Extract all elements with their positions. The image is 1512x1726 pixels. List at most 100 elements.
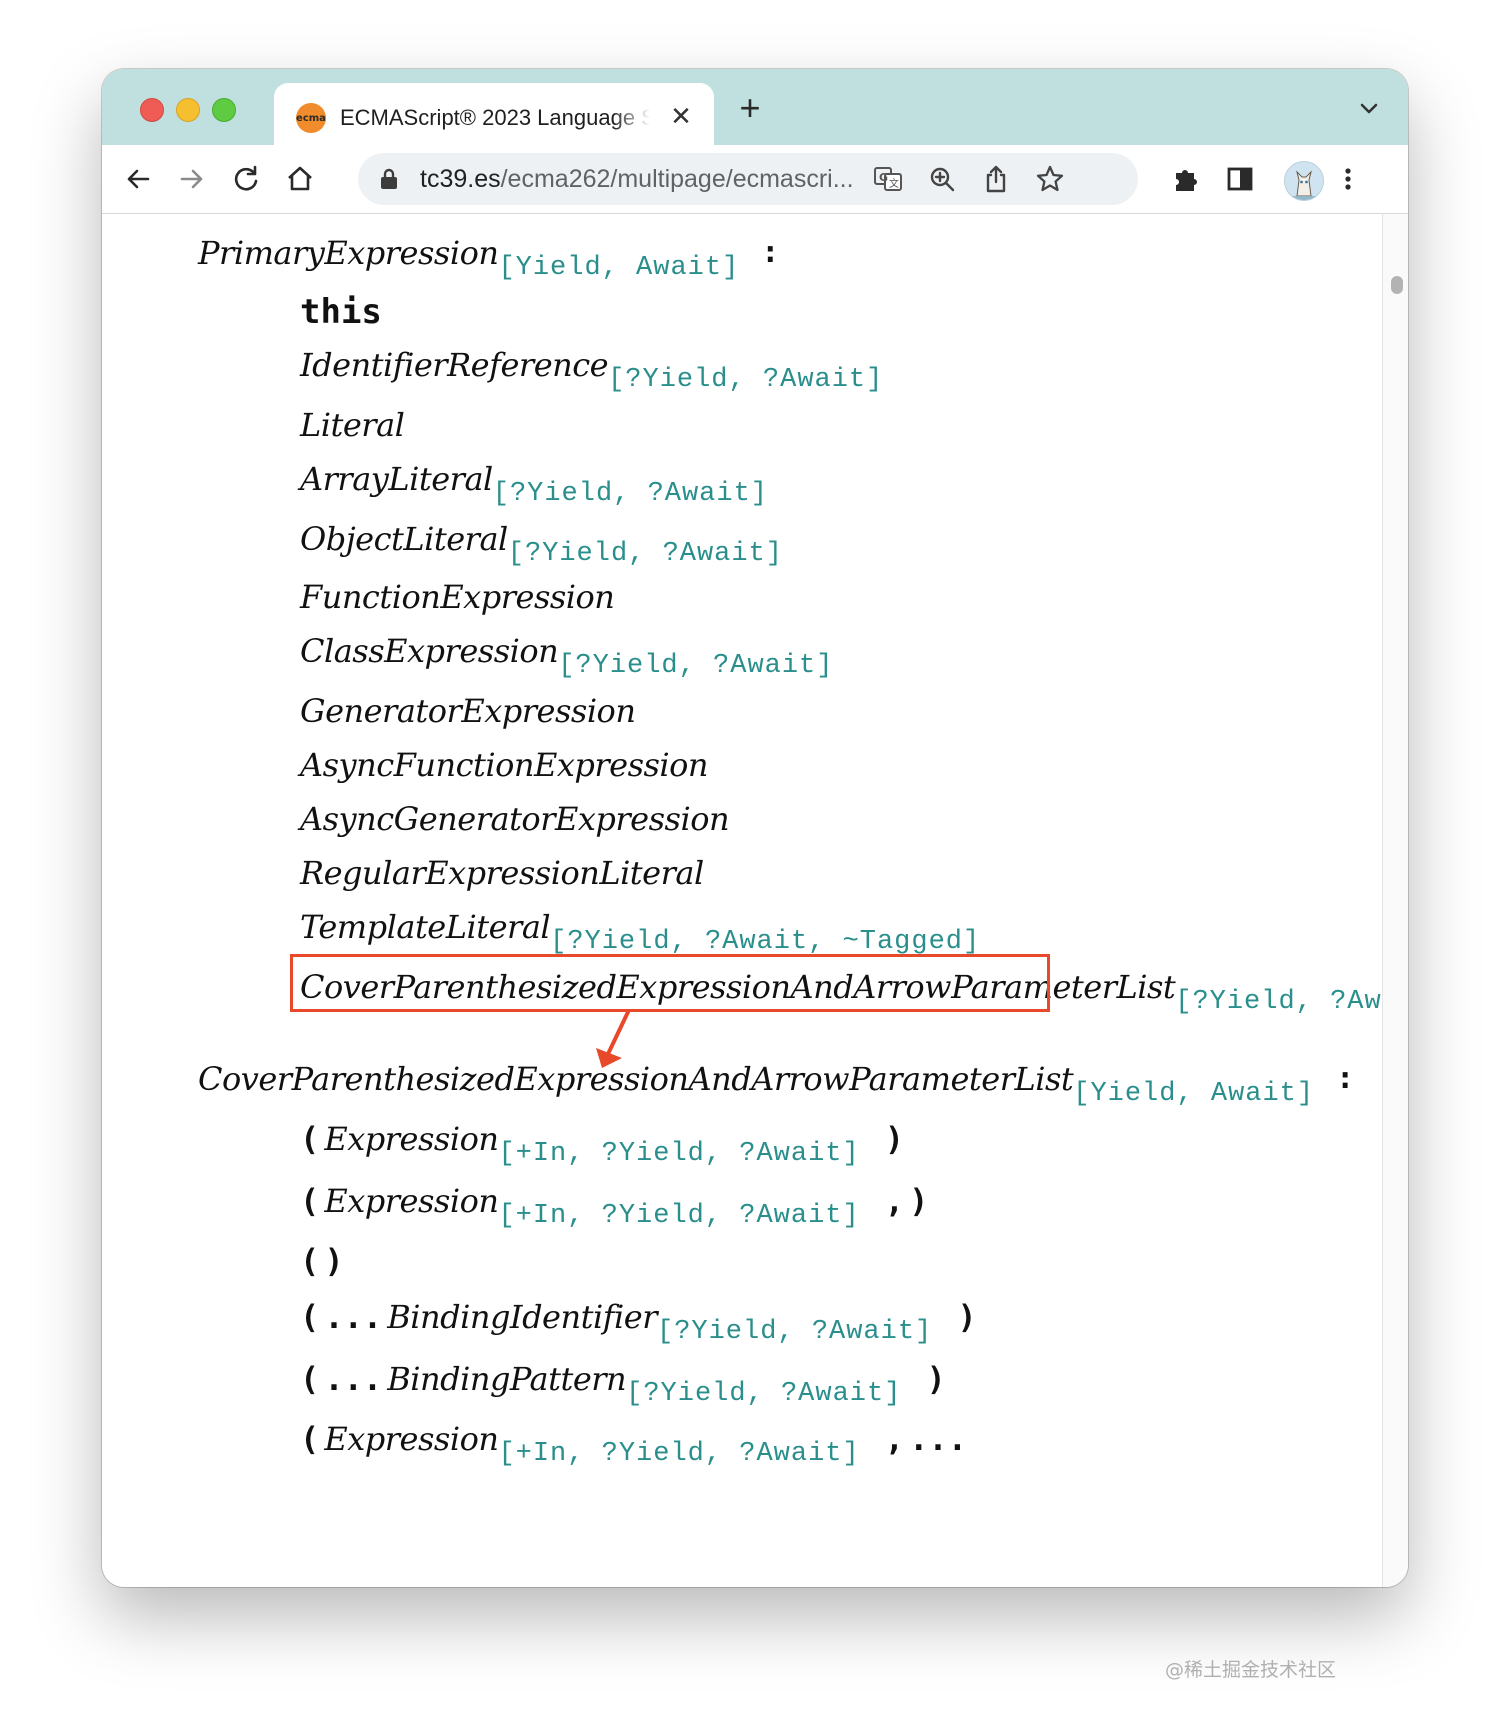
nonterminal-lhs[interactable]: CoverParenthesizedExpressionAndArrowPara… [198,1060,1074,1098]
rhs-row: FunctionExpression [300,578,615,616]
new-tab-button[interactable]: + [732,90,768,127]
open-paren: ( [300,1242,320,1280]
production-lhs-cover: CoverParenthesizedExpressionAndArrowPara… [198,1060,1355,1109]
zoom-icon[interactable] [926,163,958,195]
rhs-this: this [300,292,382,332]
cover-rhs-row: ( Expression[+In, ?Yield, ?Await] ) [300,1120,905,1169]
params: [?Yield, ?Await] [507,539,783,569]
nonterminal[interactable]: Literal [300,406,405,444]
back-arrow-icon[interactable] [120,161,156,197]
colon: : [1336,1061,1355,1096]
tab-title: ECMAScript® 2023 Language Specification [340,105,650,130]
side-panel-icon[interactable] [1222,161,1258,197]
rhs-row: TemplateLiteral[?Yield, ?Await, ~Tagged] [300,908,980,957]
rhs-row: RegularExpressionLiteral [300,854,704,892]
cover-rhs-row: ( ) [300,1242,344,1280]
browser-toolbar: tc39.es/ecma262/multipage/ecmascri... G文 [102,145,1408,214]
browser-window: ecma ECMAScript® 2023 Language Specifica… [102,69,1408,1587]
zoom-window-button[interactable] [212,98,236,122]
cover-rhs-row: ( ... BindingPattern[?Yield, ?Await] ) [300,1360,946,1409]
svg-text:G: G [879,171,888,184]
params: [?Yield, ?Await] [1175,987,1382,1017]
url-host: tc39.es [420,165,501,193]
params: [?Yield, ?Await] [608,365,884,395]
puzzle-icon[interactable] [1168,161,1204,197]
params: [?Yield, ?Await] [492,479,768,509]
nonterminal[interactable]: BindingPattern [387,1360,626,1398]
rhs-row: Literal [300,406,405,444]
nonterminal[interactable]: FunctionExpression [300,578,615,616]
home-icon[interactable] [282,161,318,197]
open-paren: ( [300,1420,320,1458]
params: [Yield, Await] [498,253,740,283]
nonterminal-lhs[interactable]: PrimaryExpression [198,234,499,272]
nonterminal[interactable]: ObjectLiteral [300,520,508,558]
cover-rhs-row: ( Expression[+In, ?Yield, ?Await] , ) [300,1182,929,1231]
nonterminal[interactable]: Expression [324,1120,499,1158]
tab-ecmascript[interactable]: ecma ECMAScript® 2023 Language Specifica… [274,83,714,145]
close-paren: ) [324,1242,344,1280]
cover-rhs-row: ( ... BindingIdentifier[?Yield, ?Await] … [300,1298,977,1347]
forward-arrow-icon[interactable] [174,161,210,197]
translate-icon[interactable]: G文 [872,163,904,195]
rhs-row: ArrayLiteral[?Yield, ?Await] [300,460,768,509]
star-icon[interactable] [1034,163,1066,195]
close-paren: ) [909,1182,929,1220]
nonterminal[interactable]: GeneratorExpression [300,692,636,730]
highlight-box [290,954,1050,1012]
colon: : [761,235,780,270]
spec-content: PrimaryExpression[Yield, Await]: this Id… [102,214,1382,1587]
open-paren: ( [300,1120,320,1158]
tab-strip: ecma ECMAScript® 2023 Language Specifica… [102,69,1408,145]
profile-avatar[interactable] [1284,161,1324,201]
params: [?Yield, ?Await] [558,651,834,681]
params: [?Yield, ?Await, ~Tagged] [550,927,981,957]
share-icon[interactable] [980,163,1012,195]
nonterminal[interactable]: AsyncGeneratorExpression [300,800,730,838]
nonterminal[interactable]: ClassExpression [300,632,559,670]
reload-icon[interactable] [228,161,264,197]
nonterminal[interactable]: RegularExpressionLiteral [300,854,704,892]
close-icon[interactable]: ✕ [666,101,696,131]
rhs-row: ClassExpression[?Yield, ?Await] [300,632,833,681]
cover-rhs-row: ( Expression[+In, ?Yield, ?Await] , ... [300,1420,967,1469]
params: [?Yield, ?Await] [657,1317,933,1347]
chevron-down-icon[interactable] [1354,93,1384,123]
kebab-menu-icon[interactable] [1330,161,1366,197]
nonterminal[interactable]: BindingIdentifier [387,1298,657,1336]
url-path: /ecma262/multipage/ecmascri... [500,165,854,193]
scrollbar-thumb[interactable] [1391,276,1403,294]
close-paren: ) [926,1360,946,1398]
ellipsis: ... [324,1298,383,1336]
minimize-window-button[interactable] [176,98,200,122]
nonterminal[interactable]: ArrayLiteral [300,460,493,498]
params: [+In, ?Yield, ?Await] [498,1439,860,1469]
rhs-row: GeneratorExpression [300,692,636,730]
nonterminal[interactable]: TemplateLiteral [300,908,551,946]
comma: , [884,1182,905,1220]
open-paren: ( [300,1360,320,1398]
params: [+In, ?Yield, ?Await] [498,1201,860,1231]
watermark: @稀土掘金技术社区 [1164,1659,1336,1681]
vertical-scrollbar[interactable] [1382,214,1408,1587]
nonterminal[interactable]: Expression [324,1182,499,1220]
rhs-row: AsyncGeneratorExpression [300,800,730,838]
rhs-row: AsyncFunctionExpression [300,746,709,784]
rhs-row: IdentifierReference[?Yield, ?Await] [300,346,883,395]
ellipsis: ... [324,1360,383,1398]
url-text[interactable]: tc39.es/ecma262/multipage/ecmascri... [420,153,854,205]
lock-icon[interactable] [378,167,400,191]
keyword-this: this [300,292,382,332]
nonterminal[interactable]: IdentifierReference [300,346,609,384]
close-window-button[interactable] [140,98,164,122]
ellipsis: ... [909,1420,967,1458]
params: [+In, ?Yield, ?Await] [498,1139,860,1169]
close-paren: ) [884,1120,905,1158]
nonterminal[interactable]: Expression [324,1420,499,1458]
ecma-favicon-icon: ecma [296,103,326,133]
open-paren: ( [300,1182,320,1220]
nonterminal[interactable]: AsyncFunctionExpression [300,746,709,784]
comma: , [884,1420,905,1458]
production-lhs-primary: PrimaryExpression[Yield, Await]: [198,234,780,283]
address-bar[interactable]: tc39.es/ecma262/multipage/ecmascri... G文 [358,153,1138,205]
